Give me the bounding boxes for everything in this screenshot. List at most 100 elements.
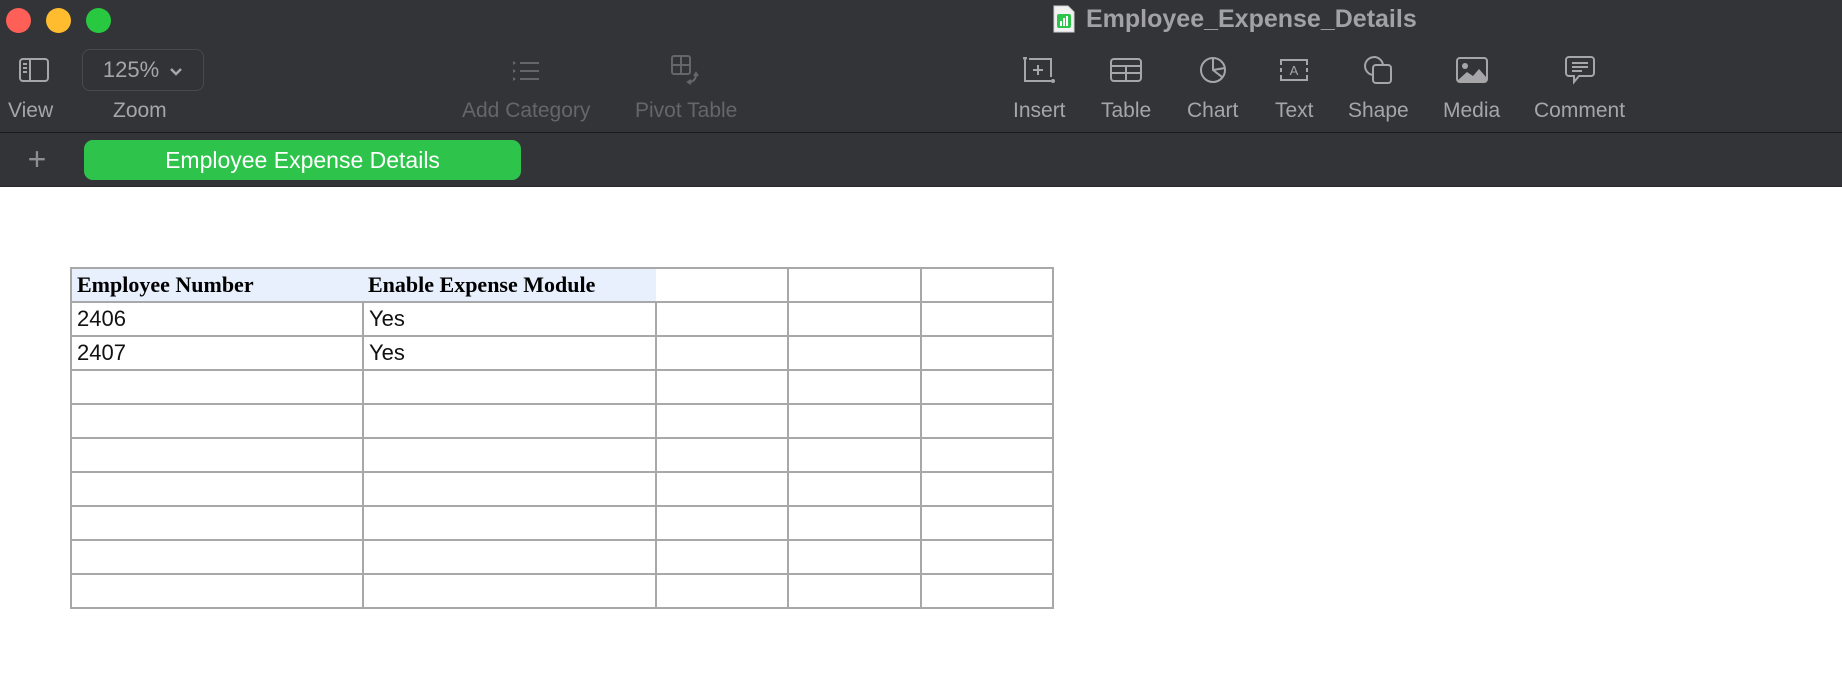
table-cell[interactable] xyxy=(787,471,922,507)
table-cell[interactable] xyxy=(787,301,922,337)
media-button[interactable]: Media xyxy=(1443,50,1500,123)
table-cell[interactable] xyxy=(362,471,657,507)
comment-button[interactable]: Comment xyxy=(1534,50,1625,123)
chart-icon xyxy=(1199,50,1227,90)
header-cell[interactable] xyxy=(656,267,789,303)
table-row xyxy=(70,505,1054,541)
table-row: 2406 Yes xyxy=(70,301,1054,337)
table-cell[interactable] xyxy=(70,437,364,473)
table-cell[interactable] xyxy=(787,505,922,541)
add-sheet-button[interactable]: + xyxy=(22,143,52,175)
table-cell[interactable]: 2406 xyxy=(70,301,364,337)
table-cell[interactable] xyxy=(655,471,789,507)
sheet-tab-employee-expense-details[interactable]: Employee Expense Details xyxy=(84,140,521,180)
table-cell[interactable] xyxy=(362,369,657,405)
list-icon xyxy=(511,50,541,90)
table-cell[interactable] xyxy=(920,403,1054,439)
table-cell[interactable] xyxy=(70,471,364,507)
shape-button[interactable]: Shape xyxy=(1348,50,1409,123)
table-cell[interactable] xyxy=(920,573,1054,609)
table-cell[interactable] xyxy=(70,403,364,439)
text-box-icon: A xyxy=(1278,50,1310,90)
table-cell[interactable] xyxy=(787,369,922,405)
zoom-label: Zoom xyxy=(113,99,167,122)
table-cell[interactable] xyxy=(655,573,789,609)
table-row xyxy=(70,403,1054,439)
minimize-window-button[interactable] xyxy=(46,8,71,33)
table-row xyxy=(70,539,1054,575)
table-cell[interactable] xyxy=(362,573,657,609)
table-cell[interactable] xyxy=(920,505,1054,541)
insert-label: Insert xyxy=(1013,99,1066,122)
header-cell[interactable] xyxy=(920,267,1054,303)
table-row xyxy=(70,437,1054,473)
table-cell[interactable] xyxy=(787,573,922,609)
table-cell[interactable] xyxy=(920,335,1054,371)
media-label: Media xyxy=(1443,99,1501,122)
table-cell[interactable]: Yes xyxy=(362,335,657,371)
table-row xyxy=(70,471,1054,507)
table-cell[interactable] xyxy=(787,539,922,575)
view-button-label[interactable]: View xyxy=(8,99,53,123)
table-cell[interactable] xyxy=(362,539,657,575)
pivot-table-icon xyxy=(670,50,702,90)
table-cell[interactable] xyxy=(920,437,1054,473)
sidebar-icon[interactable] xyxy=(19,58,49,87)
table-cell[interactable] xyxy=(70,505,364,541)
sheet-tab-bar: + Employee Expense Details xyxy=(0,133,1842,187)
table-cell[interactable] xyxy=(655,505,789,541)
table-cell[interactable] xyxy=(655,403,789,439)
table-cell[interactable] xyxy=(655,369,789,405)
header-cell[interactable]: Employee Number xyxy=(70,267,363,302)
table-cell[interactable] xyxy=(787,403,922,439)
window-title: Employee_Expense_Details xyxy=(1052,3,1417,35)
table-cell[interactable] xyxy=(655,335,789,371)
toolbar: Employee_Expense_Details View 125% Zoom xyxy=(0,0,1842,133)
comment-icon xyxy=(1564,50,1595,90)
table-cell[interactable] xyxy=(655,539,789,575)
table-cell[interactable] xyxy=(787,335,922,371)
document-name: Employee_Expense_Details xyxy=(1086,4,1417,33)
header-row: Employee Number Enable Expense Module xyxy=(70,267,1054,303)
add-category-label: Add Category xyxy=(462,99,591,122)
table-cell[interactable] xyxy=(70,369,364,405)
table-button[interactable]: Table xyxy=(1101,50,1151,123)
chart-button[interactable]: Chart xyxy=(1187,50,1238,123)
table-cell[interactable] xyxy=(362,403,657,439)
table-cell[interactable] xyxy=(920,539,1054,575)
table-cell[interactable]: 2407 xyxy=(70,335,364,371)
table-cell[interactable] xyxy=(362,505,657,541)
table-cell[interactable] xyxy=(787,437,922,473)
chart-label: Chart xyxy=(1187,99,1239,122)
table-cell[interactable] xyxy=(920,369,1054,405)
maximize-window-button[interactable] xyxy=(86,8,111,33)
comment-label: Comment xyxy=(1534,99,1626,122)
table-cell[interactable] xyxy=(655,437,789,473)
header-cell[interactable] xyxy=(787,267,922,303)
table-row xyxy=(70,573,1054,609)
table-cell[interactable] xyxy=(920,471,1054,507)
table-icon xyxy=(1110,50,1143,90)
insert-icon xyxy=(1023,50,1056,90)
spreadsheet-table: Employee Number Enable Expense Module 2406… xyxy=(70,267,1054,609)
add-category-button[interactable]: Add Category xyxy=(462,50,590,123)
zoom-value: 125% xyxy=(102,57,160,82)
insert-button[interactable]: Insert xyxy=(1013,50,1066,123)
table-cell[interactable]: Yes xyxy=(362,301,657,337)
shape-icon xyxy=(1363,50,1393,90)
table-row: 2407 Yes xyxy=(70,335,1054,371)
table-cell[interactable] xyxy=(655,301,789,337)
header-cell[interactable]: Enable Expense Module xyxy=(363,267,656,302)
table-cell[interactable] xyxy=(920,301,1054,337)
text-label: Text xyxy=(1275,99,1314,122)
text-button[interactable]: A Text xyxy=(1275,50,1314,123)
zoom-dropdown[interactable]: 125% xyxy=(82,49,204,91)
table-cell[interactable] xyxy=(70,573,364,609)
close-window-button[interactable] xyxy=(6,8,31,33)
table-cell[interactable] xyxy=(70,539,364,575)
pivot-table-button[interactable]: Pivot Table xyxy=(635,50,737,123)
svg-text:A: A xyxy=(1290,63,1299,78)
shape-label: Shape xyxy=(1348,99,1409,122)
chevron-down-icon xyxy=(169,57,183,83)
table-cell[interactable] xyxy=(362,437,657,473)
